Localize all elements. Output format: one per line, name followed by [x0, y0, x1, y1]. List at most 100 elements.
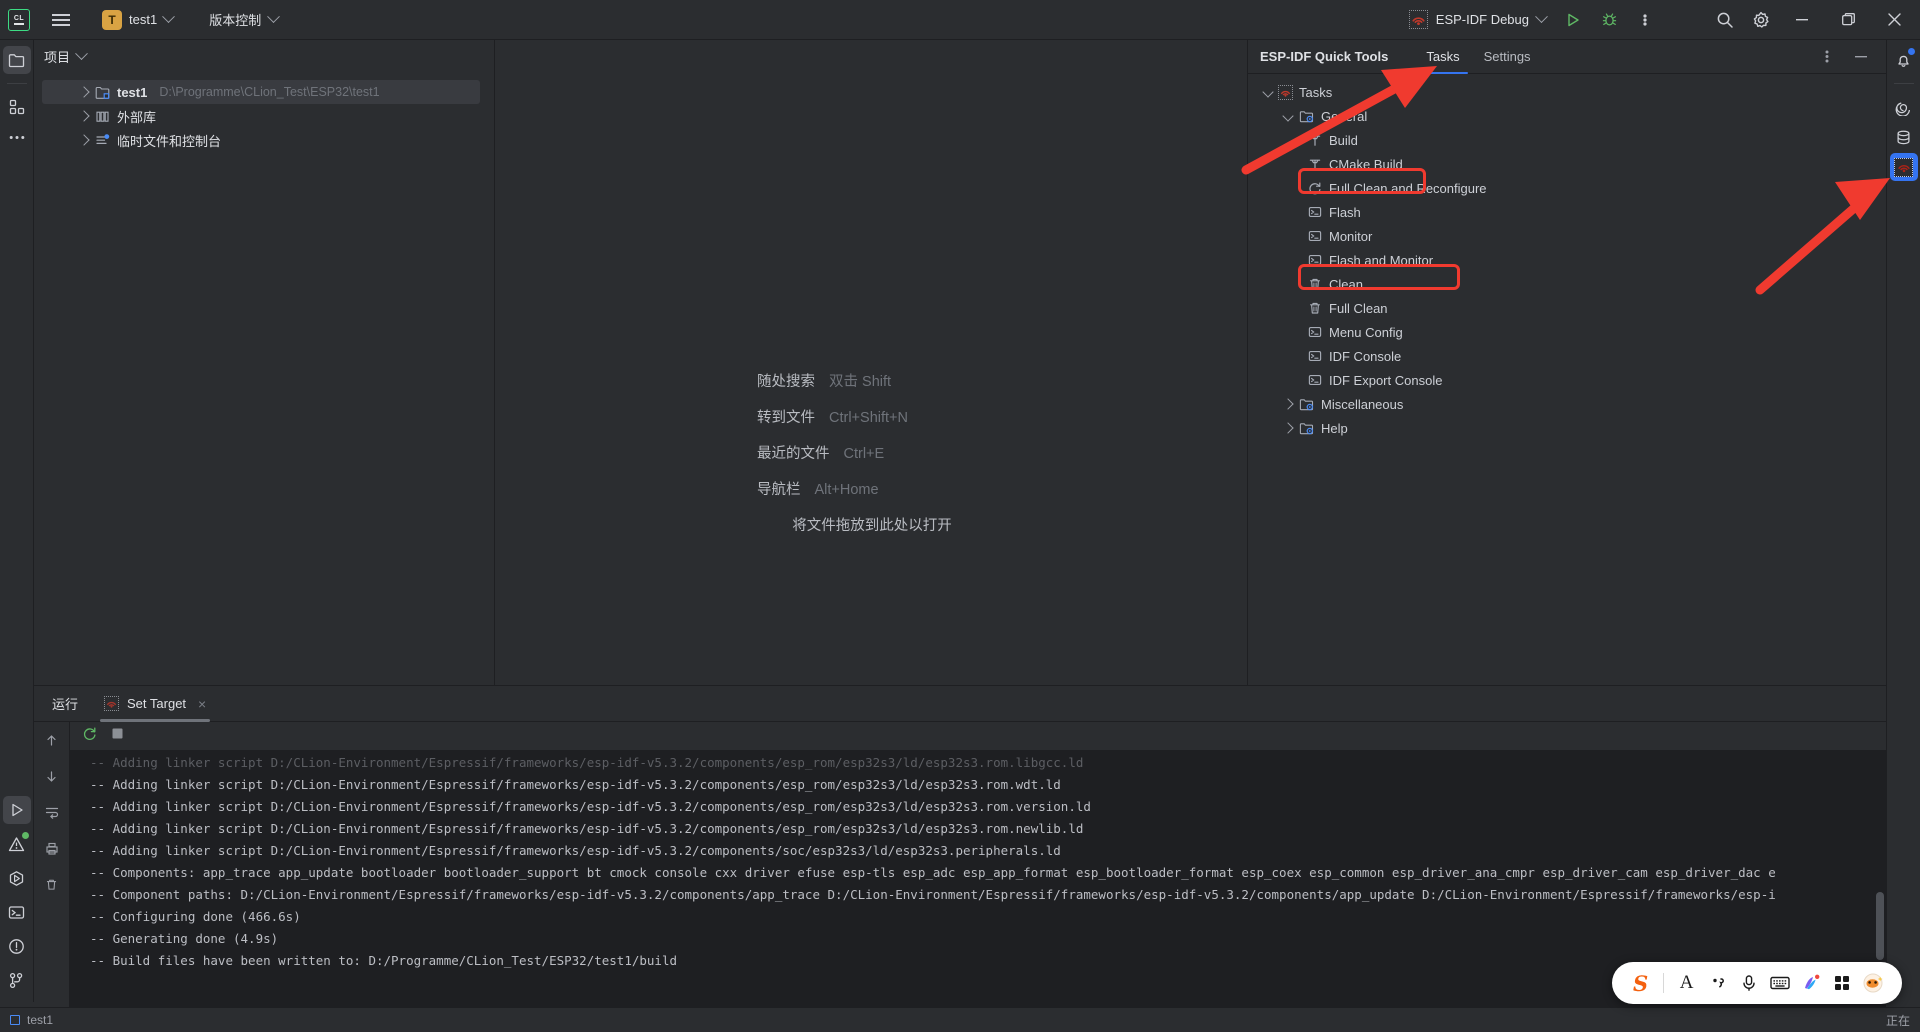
- sidebar-item-notifications-problems[interactable]: [3, 932, 31, 960]
- sidebar-item-esp-idf[interactable]: [1889, 153, 1918, 181]
- run-tool-window: 运行 Set Target × -- Adding linker script …: [34, 685, 1886, 1018]
- esp-idf-icon: [1894, 157, 1913, 177]
- project-panel-header[interactable]: 项目: [34, 40, 494, 72]
- project-widget[interactable]: T test1: [94, 7, 181, 33]
- task-cmake-build[interactable]: CMake Build: [1248, 152, 1886, 176]
- status-project-name: test1: [27, 1013, 54, 1027]
- chevron-right-icon[interactable]: [1282, 398, 1294, 410]
- sidebar-item-problems[interactable]: [3, 830, 31, 858]
- database-icon[interactable]: [1890, 123, 1918, 151]
- sidebar-item-terminal[interactable]: [3, 898, 31, 926]
- chevron-right-icon[interactable]: [78, 134, 90, 146]
- task-label: Build: [1329, 132, 1358, 148]
- soft-wrap-button[interactable]: [40, 800, 64, 824]
- more-actions-button[interactable]: [1628, 3, 1662, 37]
- sidebar-item-run[interactable]: [2, 796, 31, 824]
- task-full-clean-and-reconfigure[interactable]: Full Clean and Reconfigure: [1248, 176, 1886, 200]
- run-configuration-selector[interactable]: ESP-IDF Debug: [1401, 7, 1554, 32]
- panel-hide-button[interactable]: [1844, 40, 1878, 74]
- console-line: -- Generating done (4.9s): [90, 931, 279, 946]
- microphone-icon[interactable]: [1734, 967, 1763, 999]
- mascot-icon[interactable]: [1859, 967, 1888, 999]
- panel-options-button[interactable]: [1810, 40, 1844, 74]
- close-icon[interactable]: ×: [198, 696, 206, 712]
- palette-icon[interactable]: [1797, 967, 1826, 999]
- task-flash[interactable]: Flash: [1248, 200, 1886, 224]
- task-label: CMake Build: [1329, 156, 1403, 172]
- task-idf-console[interactable]: IDF Console: [1248, 344, 1886, 368]
- sidebar-item-project[interactable]: [2, 46, 31, 74]
- gear-icon[interactable]: [1744, 3, 1778, 37]
- folder-config-icon: [1298, 420, 1315, 437]
- chevron-right-icon[interactable]: [78, 110, 90, 122]
- tree-node-miscellaneous[interactable]: Miscellaneous: [1248, 392, 1886, 416]
- apps-icon[interactable]: [1828, 967, 1857, 999]
- trash-icon: [1306, 276, 1323, 293]
- sidebar-item-version-control[interactable]: [3, 966, 31, 994]
- stop-button[interactable]: [111, 727, 124, 745]
- esp-panel-header: ESP-IDF Quick Tools Tasks Settings: [1248, 40, 1886, 74]
- chevron-down-icon[interactable]: [1262, 86, 1274, 98]
- tree-node-label: 临时文件和控制台: [117, 133, 222, 149]
- task-idf-export-console[interactable]: IDF Export Console: [1248, 368, 1886, 392]
- refresh-icon: [1306, 180, 1323, 197]
- rerun-button[interactable]: [82, 726, 97, 746]
- tab-settings[interactable]: Settings: [1472, 41, 1543, 73]
- minimize-button[interactable]: [1780, 0, 1824, 40]
- chevron-down-icon[interactable]: [75, 46, 88, 60]
- task-flash-and-monitor[interactable]: Flash and Monitor: [1248, 248, 1886, 272]
- editor-empty-state[interactable]: 随处搜索 双击 Shift 转到文件 Ctrl+Shift+N 最近的文件 Ct…: [496, 40, 1248, 685]
- task-menu-config[interactable]: Menu Config: [1248, 320, 1886, 344]
- chevron-right-icon[interactable]: [78, 86, 90, 98]
- scroll-down-button[interactable]: [40, 764, 64, 788]
- punctuation-icon[interactable]: [1703, 967, 1732, 999]
- tree-node-external-libraries[interactable]: 外部库: [34, 104, 494, 128]
- keyboard-icon[interactable]: [1765, 967, 1794, 999]
- tree-node-label: 外部库: [117, 109, 157, 125]
- tree-node-tasks[interactable]: Tasks: [1248, 80, 1886, 104]
- search-icon[interactable]: [1708, 3, 1742, 37]
- task-full-clean[interactable]: Full Clean: [1248, 296, 1886, 320]
- main-menu-button[interactable]: [44, 0, 78, 40]
- notifications-bell-icon[interactable]: [1890, 46, 1918, 74]
- vcs-widget[interactable]: 版本控制: [203, 7, 284, 32]
- console-vertical-scrollbar[interactable]: [1876, 892, 1884, 960]
- debug-button[interactable]: [1592, 3, 1626, 37]
- hint-row: 转到文件 Ctrl+Shift+N: [757, 406, 987, 427]
- status-bar-project[interactable]: test1: [10, 1013, 53, 1027]
- tree-node-help[interactable]: Help: [1248, 416, 1886, 440]
- task-label: Flash and Monitor: [1329, 252, 1434, 268]
- print-button[interactable]: [40, 836, 64, 860]
- tab-set-target[interactable]: Set Target ×: [100, 686, 211, 722]
- tree-node-test1[interactable]: test1 D:\Programme\CLion_Test\ESP32\test…: [42, 80, 480, 104]
- task-build[interactable]: Build: [1248, 128, 1886, 152]
- tree-node-label: Tasks: [1299, 84, 1333, 100]
- run-button[interactable]: [1556, 3, 1590, 37]
- rail-divider: [6, 83, 27, 84]
- hint-shortcut: 双击 Shift: [829, 374, 892, 390]
- panel-title: ESP-IDF Quick Tools: [1260, 49, 1389, 64]
- task-monitor[interactable]: Monitor: [1248, 224, 1886, 248]
- task-label: Flash: [1329, 204, 1361, 220]
- maximize-button[interactable]: [1826, 0, 1870, 40]
- right-rail-top: [1889, 40, 1918, 181]
- hint-shortcut: Ctrl+Shift+N: [829, 410, 908, 426]
- task-clean[interactable]: Clean: [1248, 272, 1886, 296]
- scroll-up-button[interactable]: [40, 728, 64, 752]
- font-icon[interactable]: A: [1672, 967, 1701, 999]
- project-badge: T: [102, 9, 122, 30]
- close-button[interactable]: [1872, 0, 1916, 40]
- sidebar-item-structure[interactable]: [3, 93, 31, 121]
- hint-name: 随处搜索: [757, 374, 815, 390]
- ai-assistant-icon[interactable]: [1890, 93, 1918, 121]
- tab-tasks[interactable]: Tasks: [1414, 41, 1471, 74]
- chevron-right-icon[interactable]: [1282, 422, 1294, 434]
- sidebar-item-debug[interactable]: [3, 864, 31, 892]
- tree-node-scratches[interactable]: 临时文件和控制台: [34, 128, 494, 152]
- clear-all-button[interactable]: [40, 872, 64, 896]
- chevron-down-icon[interactable]: [1282, 110, 1294, 122]
- tree-node-general[interactable]: General: [1248, 104, 1886, 128]
- notification-dot: [1907, 48, 1915, 55]
- sogou-logo-icon[interactable]: S: [1626, 967, 1655, 999]
- sidebar-item-more-tool-windows[interactable]: [3, 123, 31, 151]
